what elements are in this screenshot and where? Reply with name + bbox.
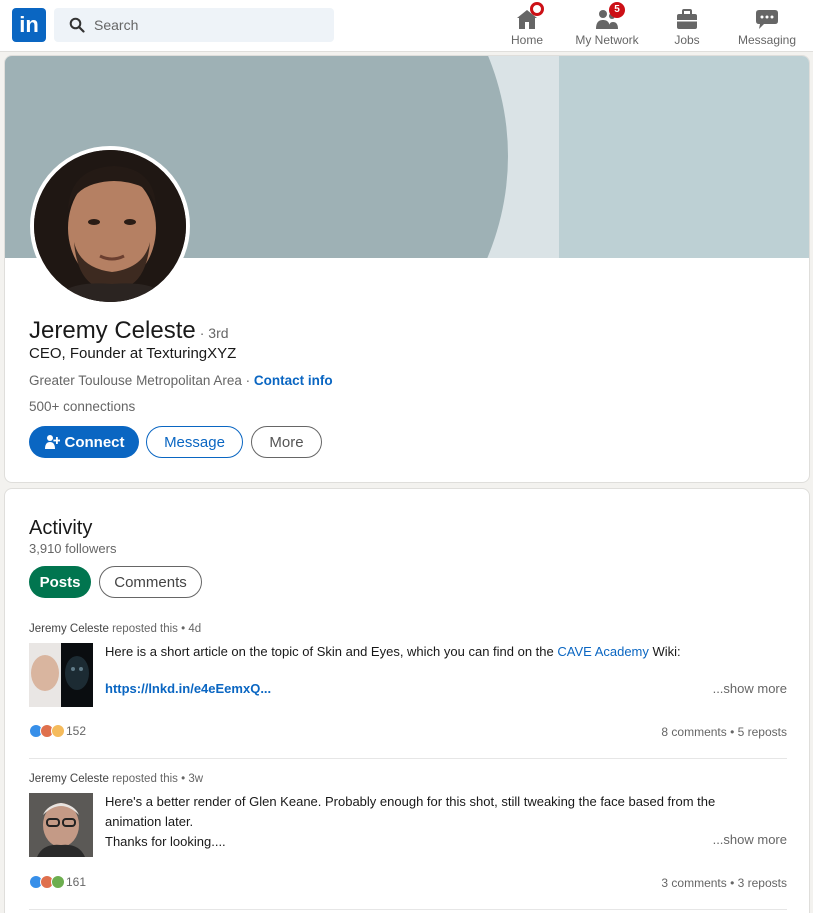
show-more-link[interactable]: ...show more <box>713 681 787 696</box>
post-author[interactable]: Jeremy Celeste <box>29 623 109 635</box>
profile-location: Greater Toulouse Metropolitan Area <box>29 373 242 388</box>
notification-dot <box>530 2 544 16</box>
post-url-link[interactable]: https://lnkd.in/e4eEemxQ... <box>105 681 271 696</box>
insightful-icon <box>51 724 65 738</box>
post-text-part: Wiki: <box>648 644 681 659</box>
post-meta: Jeremy Celeste reposted this • 4d <box>29 623 787 635</box>
post-text-line: Here's a better render of Glen Keane. Pr… <box>105 794 716 809</box>
reactions-summary[interactable]: 152 <box>29 724 86 738</box>
briefcase-icon <box>677 9 697 29</box>
tab-posts[interactable]: Posts <box>29 566 91 598</box>
add-person-icon <box>44 435 60 449</box>
post-action: reposted this • 3w <box>108 773 204 785</box>
search-icon <box>69 17 85 33</box>
nav-home[interactable]: Home <box>502 2 552 48</box>
post-divider <box>29 909 787 910</box>
reactions-summary[interactable]: 161 <box>29 875 86 889</box>
celebrate-icon <box>51 875 65 889</box>
post-thumbnail[interactable] <box>29 643 93 707</box>
more-button-label: More <box>269 433 304 451</box>
profile-name: Jeremy Celeste <box>29 317 196 344</box>
profile-location-row: Greater Toulouse Metropolitan Area · Con… <box>29 373 333 388</box>
follower-count: 3,910 followers <box>29 541 117 556</box>
linkedin-logo[interactable]: in <box>12 8 46 42</box>
message-button[interactable]: Message <box>146 426 243 458</box>
more-button[interactable]: More <box>251 426 322 458</box>
post-thumbnail[interactable] <box>29 793 93 857</box>
post-meta: Jeremy Celeste reposted this • 3w <box>29 773 787 785</box>
contact-info-link[interactable]: Contact info <box>254 373 333 388</box>
connections-count: 500+ connections <box>29 399 136 414</box>
post-text-line: Thanks for looking.... <box>105 834 226 849</box>
post-text-part: Here is a short article on the topic of … <box>105 644 558 659</box>
connect-button[interactable]: Connect <box>29 426 139 458</box>
top-nav: in Home 5 My Network <box>0 0 813 52</box>
reaction-count: 161 <box>66 875 87 889</box>
post-author[interactable]: Jeremy Celeste <box>29 773 109 785</box>
post-text: Here's a better render of Glen Keane. Pr… <box>105 792 785 852</box>
post-text-line: animation later. <box>105 814 194 829</box>
activity-title: Activity <box>29 517 93 539</box>
search-input[interactable] <box>94 8 324 42</box>
post-mention-link[interactable]: CAVE Academy <box>557 644 649 659</box>
nav-messaging[interactable]: Messaging <box>736 4 798 48</box>
profile-avatar[interactable] <box>30 146 190 306</box>
nav-my-network-label: My Network <box>575 33 639 47</box>
message-button-label: Message <box>164 433 225 451</box>
nav-my-network[interactable]: 5 My Network <box>572 2 642 48</box>
nav-home-label: Home <box>510 33 543 47</box>
profile-headline: CEO, Founder at TexturingXYZ <box>29 345 237 362</box>
post-stats[interactable]: 3 comments • 3 reposts <box>661 876 787 890</box>
location-separator: · <box>241 373 254 388</box>
connection-degree: · 3rd <box>199 325 229 341</box>
profile-card: Jeremy Celeste · 3rd CEO, Founder at Tex… <box>4 55 810 483</box>
nav-messaging-label: Messaging <box>737 33 797 47</box>
nav-jobs-label: Jobs <box>674 33 700 47</box>
activity-card: Activity 3,910 followers Posts Comments … <box>4 488 810 913</box>
activity-post[interactable]: Jeremy Celeste reposted this • 4d Here i… <box>29 623 787 743</box>
profile-name-row: Jeremy Celeste · 3rd <box>29 317 229 345</box>
connect-button-label: Connect <box>64 433 125 451</box>
post-text: Here is a short article on the topic of … <box>105 642 785 662</box>
search-box[interactable] <box>54 8 334 42</box>
network-badge: 5 <box>609 2 625 18</box>
post-divider <box>29 758 787 759</box>
reaction-count: 152 <box>66 724 87 738</box>
tab-comments[interactable]: Comments <box>99 566 202 598</box>
post-stats[interactable]: 8 comments • 5 reposts <box>661 725 787 739</box>
activity-post[interactable]: Jeremy Celeste reposted this • 3w Here's… <box>29 773 787 893</box>
show-more-link[interactable]: ...show more <box>713 832 787 847</box>
nav-jobs[interactable]: Jobs <box>662 4 712 48</box>
chat-icon <box>756 10 778 29</box>
post-action: reposted this • 4d <box>108 623 202 635</box>
